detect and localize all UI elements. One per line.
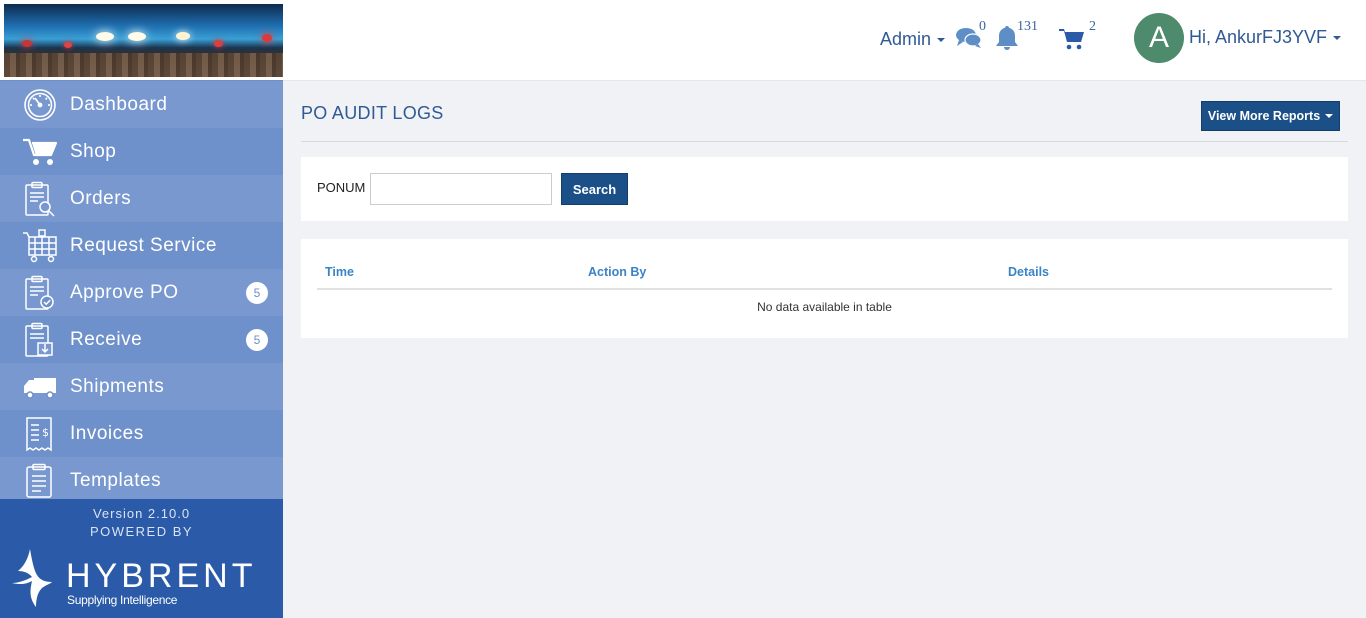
sidebar-menu: Dashboard Shop Orders Request Service Ap…	[0, 81, 283, 504]
brand-tagline: Supplying Intelligence	[67, 593, 178, 607]
powered-by-label: POWERED BY	[89, 524, 194, 539]
notifications-count: 131	[1017, 19, 1038, 34]
sidebar-item-request-service[interactable]: Request Service	[0, 222, 283, 269]
page-title: PO AUDIT LOGS	[301, 103, 444, 123]
admin-label: Admin	[880, 29, 932, 49]
brand-name: HYBRENT	[66, 557, 257, 595]
hybrent-logo: HYBRENT Supplying Intelligence	[10, 549, 270, 609]
notifications-button[interactable]	[995, 25, 1019, 56]
logo-area	[0, 0, 283, 80]
user-menu-dropdown[interactable]: Hi, AnkurFJ3YVF	[1189, 27, 1342, 48]
sidebar-item-templates[interactable]: Templates	[0, 457, 283, 504]
app-version: Version 2.10.0	[92, 506, 191, 521]
bell-icon	[996, 26, 1018, 50]
view-more-reports-label: View More Reports	[1207, 109, 1321, 123]
column-header-action-by[interactable]: Action By	[588, 265, 646, 279]
messages-count: 0	[979, 19, 986, 34]
cart-icon	[22, 134, 58, 170]
top-bar: Admin 0 131 2 A Hi, AnkurFJ3YVF	[283, 0, 1366, 81]
chevron-down-icon	[937, 37, 946, 42]
clipboard-check-icon	[22, 275, 58, 311]
sidebar-item-label: Shop	[70, 140, 117, 162]
avatar[interactable]: A	[1134, 13, 1184, 63]
cart-icon	[1059, 29, 1084, 50]
sidebar-item-label: Request Service	[70, 234, 217, 256]
service-cart-icon	[22, 228, 58, 264]
chevron-down-icon	[1333, 35, 1342, 40]
ponum-input[interactable]	[370, 173, 552, 205]
truck-icon	[22, 369, 58, 405]
cart-button[interactable]	[1059, 28, 1085, 55]
sidebar-item-approve-po[interactable]: Approve PO 5	[0, 269, 283, 316]
sidebar-item-label: Invoices	[70, 422, 144, 444]
sidebar-item-invoices[interactable]: $ Invoices	[0, 410, 283, 457]
sidebar-item-label: Receive	[70, 328, 143, 350]
bird-logo-icon	[12, 549, 52, 607]
clipboard-list-icon	[22, 463, 58, 499]
user-greeting: Hi, AnkurFJ3YVF	[1189, 27, 1328, 47]
sidebar-item-label: Approve PO	[70, 281, 179, 303]
svg-text:$: $	[42, 426, 49, 439]
sidebar-item-label: Shipments	[70, 375, 165, 397]
sidebar-item-receive[interactable]: Receive 5	[0, 316, 283, 363]
search-panel: PONUM Search	[301, 157, 1348, 221]
table-header-divider	[317, 288, 1332, 290]
sidebar-item-shop[interactable]: Shop	[0, 128, 283, 175]
sidebar: Dashboard Shop Orders Request Service Ap…	[0, 0, 283, 618]
sidebar-item-label: Orders	[70, 187, 132, 209]
divider	[301, 141, 1348, 142]
column-header-details[interactable]: Details	[1008, 265, 1049, 279]
sidebar-item-dashboard[interactable]: Dashboard	[0, 81, 283, 128]
view-more-reports-button[interactable]: View More Reports	[1201, 101, 1340, 131]
empty-table-message: No data available in table	[757, 300, 892, 314]
sidebar-item-orders[interactable]: Orders	[0, 175, 283, 222]
audit-log-table: Time Action By Details No data available…	[301, 239, 1348, 338]
search-button[interactable]: Search	[561, 173, 628, 205]
header-banner-image	[4, 4, 283, 77]
sidebar-item-label: Dashboard	[70, 93, 168, 115]
clipboard-download-icon	[22, 322, 58, 358]
sidebar-item-shipments[interactable]: Shipments	[0, 363, 283, 410]
invoice-icon: $	[22, 416, 58, 452]
sidebar-footer: Version 2.10.0 POWERED BY HYBRENT Supply…	[0, 499, 283, 618]
sidebar-item-label: Templates	[70, 469, 162, 491]
cart-count: 2	[1089, 19, 1096, 34]
approve-po-count-badge: 5	[246, 282, 268, 304]
column-header-time[interactable]: Time	[325, 265, 354, 279]
clipboard-search-icon	[22, 181, 58, 217]
admin-dropdown[interactable]: Admin	[880, 29, 946, 50]
receive-count-badge: 5	[246, 329, 268, 351]
dashboard-icon	[22, 87, 58, 123]
chevron-down-icon	[1325, 114, 1334, 118]
ponum-label: PONUM	[317, 180, 366, 195]
